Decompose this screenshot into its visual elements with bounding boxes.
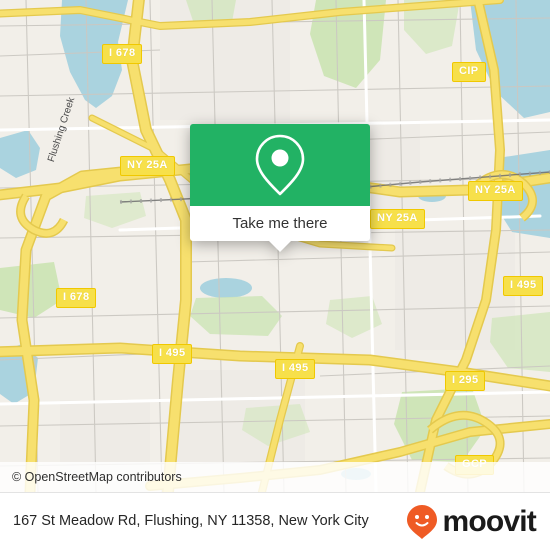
moovit-wordmark: moovit bbox=[442, 504, 536, 538]
road-shield: I 495 bbox=[503, 276, 544, 296]
take-me-there-button[interactable]: Take me there bbox=[232, 215, 327, 232]
map-pin-icon bbox=[255, 134, 305, 196]
moovit-pin-smile-icon bbox=[407, 504, 438, 539]
road-shield: I 678 bbox=[56, 288, 97, 308]
road-shield: NY 25A bbox=[120, 156, 175, 176]
road-shield: I 495 bbox=[152, 344, 193, 364]
attribution-text[interactable]: © OpenStreetMap contributors bbox=[0, 470, 182, 484]
footer-bar: 167 St Meadow Rd, Flushing, NY 11358, Ne… bbox=[0, 492, 550, 550]
map-canvas[interactable]: I 678 CIP NY 25A NY 25A NY 25A I 678 I 4… bbox=[0, 0, 550, 492]
road-shield: I 295 bbox=[445, 371, 486, 391]
callout-image-area bbox=[190, 124, 370, 206]
map-callout-card[interactable]: Take me there bbox=[190, 124, 370, 252]
road-shield: CIP bbox=[452, 62, 486, 82]
moovit-logo[interactable]: moovit bbox=[406, 504, 537, 540]
address-text: 167 St Meadow Rd, Flushing, NY 11358, Ne… bbox=[13, 513, 369, 530]
map-page: I 678 CIP NY 25A NY 25A NY 25A I 678 I 4… bbox=[0, 0, 550, 550]
callout-tail bbox=[269, 241, 291, 252]
map-attribution-bar: © OpenStreetMap contributors bbox=[0, 462, 550, 492]
road-shield: NY 25A bbox=[468, 181, 523, 201]
road-shield: I 495 bbox=[275, 359, 316, 379]
road-shield: NY 25A bbox=[370, 209, 425, 229]
callout-action-area[interactable]: Take me there bbox=[190, 206, 370, 252]
road-shield: I 678 bbox=[102, 44, 143, 64]
